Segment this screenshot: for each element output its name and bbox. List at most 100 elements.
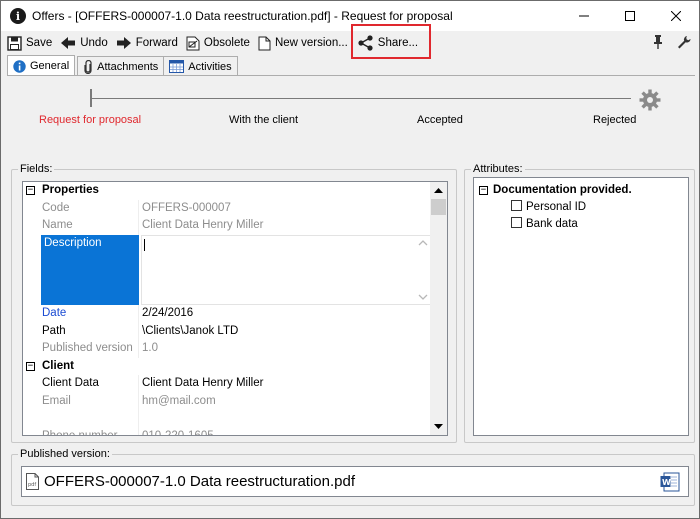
toolbar: Save Undo Forward Obsolete New version..… (1, 31, 699, 55)
workflow-step-accepted[interactable]: Accepted (417, 114, 463, 126)
main-window: i Offers - [OFFERS-000007-1.0 Data reest… (0, 0, 700, 519)
tab-attachments[interactable]: Attachments (77, 56, 165, 76)
field-label: Client Data (42, 377, 99, 389)
maximize-button[interactable] (607, 1, 653, 31)
tab-attachments-label: Attachments (97, 60, 159, 73)
field-label: Name (42, 219, 73, 231)
back-arrow-icon (60, 36, 76, 50)
field-row-email[interactable]: Email hm@mail.com (23, 392, 432, 428)
share-highlight-frame (351, 24, 431, 59)
new-version-label: New version... (274, 37, 348, 49)
window-title: Offers - [OFFERS-000007-1.0 Data reestru… (32, 9, 453, 23)
text-cursor (144, 238, 145, 251)
scroll-chevrons-icon (418, 239, 428, 300)
tab-activities[interactable]: Activities (163, 56, 238, 76)
description-textarea[interactable] (141, 234, 432, 305)
attribute-item-personal-id[interactable]: Personal ID (511, 199, 586, 216)
info-icon (13, 59, 26, 73)
svg-text:W: W (662, 478, 671, 487)
undo-label: Undo (80, 37, 108, 49)
column-separator (138, 427, 139, 435)
minimize-icon (579, 15, 589, 17)
attribute-item-label: Bank data (526, 218, 578, 230)
field-value: \Clients\Janok LTD (142, 324, 239, 337)
field-label: Published version (42, 342, 133, 354)
field-label: Email (42, 394, 71, 407)
workflow-step-with-client[interactable]: With the client (229, 114, 298, 126)
pin-icon[interactable] (653, 35, 663, 52)
field-row-date[interactable]: Date 2/24/2016 (23, 305, 432, 323)
field-row-client-data[interactable]: Client Data Client Data Henry Miller (23, 375, 432, 393)
obsolete-document-icon (186, 36, 200, 51)
new-document-icon (258, 36, 271, 51)
close-button[interactable] (653, 1, 699, 31)
workflow-step-request[interactable]: Request for proposal (39, 114, 141, 126)
tab-general-label: General (30, 60, 70, 72)
fields-property-grid: − Properties Code OFFERS-000007 Name Cli… (22, 181, 448, 436)
word-document-icon[interactable]: W (660, 472, 680, 495)
column-separator (138, 322, 139, 340)
wrench-icon[interactable] (677, 35, 691, 52)
scroll-up-icon[interactable] (430, 182, 447, 199)
forward-button[interactable]: Forward (112, 32, 182, 54)
workflow-step-rejected[interactable]: Rejected (593, 114, 636, 126)
attribute-group-label: Documentation provided. (493, 184, 632, 196)
field-row-path[interactable]: Path \Clients\Janok LTD (23, 322, 432, 340)
field-row-phone[interactable]: Phone number 010-220-1605 (23, 427, 432, 436)
personal-id-checkbox[interactable] (511, 200, 522, 211)
published-file-name: OFFERS-000007-1.0 Data reestructuration.… (44, 473, 355, 490)
new-version-button[interactable]: New version... (254, 32, 352, 54)
obsolete-label: Obsolete (203, 37, 250, 49)
obsolete-button[interactable]: Obsolete (182, 32, 254, 54)
field-value: 1.0 (142, 342, 158, 354)
collapse-icon[interactable]: − (26, 186, 35, 195)
forward-arrow-icon (116, 36, 132, 50)
attribute-item-label: Personal ID (526, 201, 587, 213)
collapse-icon[interactable]: − (26, 361, 35, 371)
save-label: Save (26, 37, 53, 49)
fields-scrollbar[interactable] (430, 182, 447, 435)
column-separator (138, 392, 139, 428)
tab-general[interactable]: General (7, 55, 76, 76)
published-file-field[interactable]: pdf OFFERS-000007-1.0 Data reestructurat… (21, 466, 689, 497)
forward-label: Forward (135, 37, 178, 49)
field-row-description[interactable]: Description (23, 234, 432, 305)
workflow-track (91, 98, 631, 99)
column-separator (138, 199, 139, 217)
column-separator (138, 217, 139, 235)
field-value: Client Data Henry Miller (142, 219, 264, 231)
field-row-code[interactable]: Code OFFERS-000007 (23, 199, 432, 217)
close-icon (671, 11, 681, 21)
info-icon: i (10, 8, 26, 24)
svg-text:pdf: pdf (28, 482, 36, 488)
bank-data-checkbox[interactable] (511, 217, 522, 228)
field-value: 2/24/2016 (142, 307, 194, 319)
workflow-current-marker (90, 89, 92, 107)
field-label: Date (42, 307, 67, 319)
collapse-icon[interactable]: − (479, 186, 488, 195)
tab-activities-label: Activities (188, 60, 232, 73)
field-value: Client Data Henry Miller (142, 377, 264, 389)
gear-icon[interactable] (639, 89, 661, 114)
toolbar-right-tools (653, 35, 691, 52)
attributes-title: Attributes: (471, 163, 525, 175)
save-button[interactable]: Save (3, 32, 56, 54)
section-properties[interactable]: − Properties (23, 182, 432, 200)
scroll-down-icon[interactable] (430, 418, 447, 435)
scrollbar-thumb[interactable] (431, 199, 446, 215)
tab-strip: General Attachments Activities (7, 55, 238, 76)
column-separator (138, 375, 139, 393)
minimize-button[interactable] (561, 1, 607, 31)
pdf-file-icon: pdf (26, 473, 39, 490)
undo-button[interactable]: Undo (56, 32, 112, 54)
column-separator (138, 305, 139, 323)
section-client[interactable]: − Client (23, 358, 432, 376)
field-label: Phone number (42, 429, 118, 436)
section-properties-label: Properties (42, 184, 99, 196)
field-row-name[interactable]: Name Client Data Henry Miller (23, 217, 432, 235)
attribute-item-bank-data[interactable]: Bank data (511, 216, 578, 233)
tab-divider (7, 75, 695, 76)
field-label-selected: Description (41, 234, 139, 305)
description-scrollbar[interactable] (415, 236, 431, 304)
field-row-published-version[interactable]: Published version 1.0 (23, 340, 432, 358)
